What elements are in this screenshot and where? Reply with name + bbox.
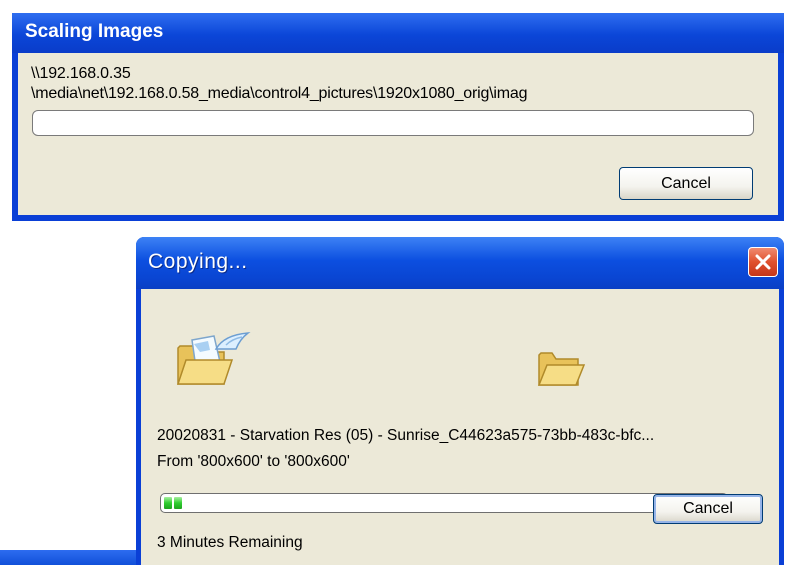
- background-window-titlebar-fragment: [0, 550, 136, 565]
- progress-segment: [164, 497, 172, 509]
- scaling-path-line1: \\192.168.0.35: [31, 65, 131, 82]
- copy-from-to: From '800x600' to '800x600': [157, 453, 350, 470]
- copy-cancel-button[interactable]: Cancel: [653, 494, 763, 524]
- scaling-dialog-title: Scaling Images: [25, 21, 164, 42]
- copy-progress-bar: [160, 493, 728, 513]
- copy-progress-fill: [161, 494, 727, 512]
- scaling-path-line2: \media\net\192.168.0.58_media\control4_p…: [31, 85, 528, 102]
- copy-file-name: 20020831 - Starvation Res (05) - Sunrise…: [157, 427, 655, 444]
- copying-dialog-title: Copying...: [148, 250, 248, 273]
- scaling-progress-bar: [32, 110, 754, 136]
- open-folder-icon: [537, 352, 586, 386]
- close-button[interactable]: [748, 247, 778, 277]
- scaling-cancel-button[interactable]: Cancel: [619, 167, 753, 200]
- copying-dialog-titlebar[interactable]: Copying...: [136, 237, 784, 289]
- time-remaining: 3 Minutes Remaining: [157, 534, 303, 551]
- scaling-dialog-titlebar[interactable]: Scaling Images: [12, 13, 784, 53]
- copying-dialog-body: 20020831 - Starvation Res (05) - Sunrise…: [141, 289, 779, 565]
- copying-dialog: Copying... 20020831 - Starvation Res (05…: [136, 237, 784, 565]
- flying-paper-icon: [214, 332, 251, 350]
- close-icon: [755, 254, 771, 270]
- scaling-images-dialog: Scaling Images \\192.168.0.35 \media\net…: [12, 13, 784, 221]
- progress-segment: [174, 497, 182, 509]
- scaling-dialog-body: \\192.168.0.35 \media\net\192.168.0.58_m…: [18, 53, 778, 215]
